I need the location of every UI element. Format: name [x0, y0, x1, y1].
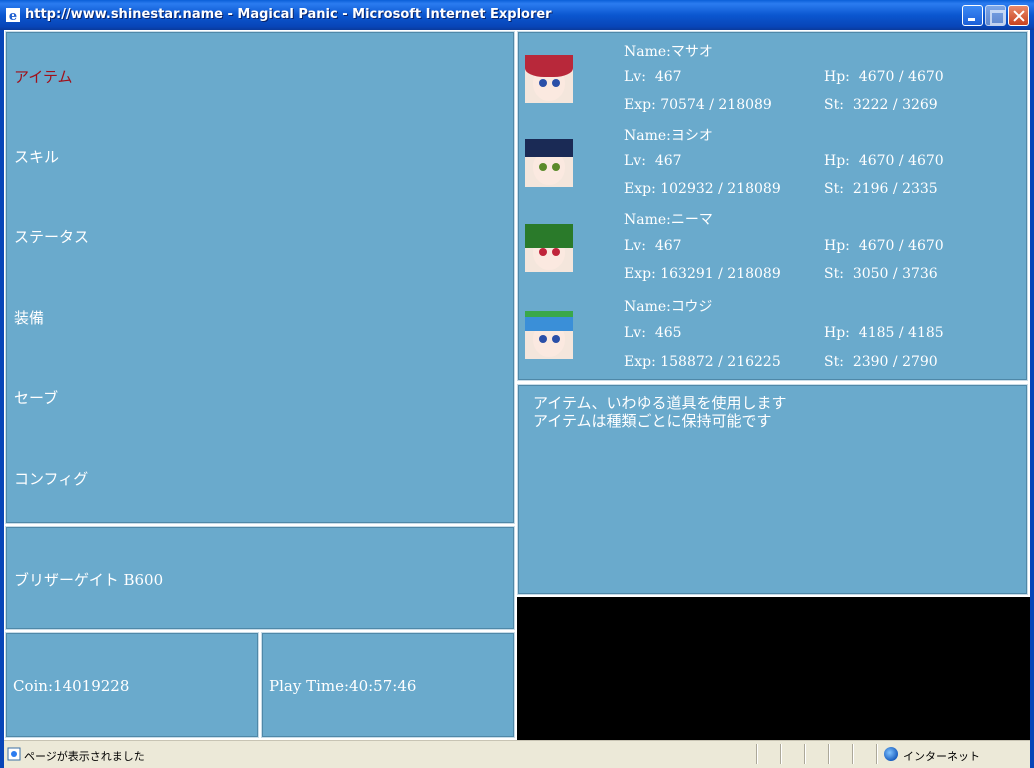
- portrait-masao: [525, 55, 573, 103]
- internet-zone-icon: [884, 747, 898, 761]
- portrait-hair: [525, 55, 573, 77]
- status-separator: [804, 744, 806, 764]
- window-titlebar: e http://www.shinestar.name - Magical Pa…: [0, 0, 1034, 30]
- portrait-kouji: [525, 311, 573, 359]
- party-panel: Name:マサオ Lv: 467 Hp: 4670 / 4670 Exp: 70…: [517, 31, 1028, 381]
- status-text: ページが表示されました: [24, 750, 145, 763]
- status-separator: [828, 744, 830, 764]
- member-st: St: 2196 / 2335: [824, 181, 938, 197]
- member-name: Name:ヨシオ: [624, 128, 713, 144]
- status-separator: [780, 744, 782, 764]
- member-name: Name:コウジ: [624, 299, 713, 315]
- portrait-niima: [525, 224, 573, 272]
- portrait-eye: [552, 248, 560, 256]
- minimize-button[interactable]: [962, 5, 983, 26]
- member-name: Name:ニーマ: [624, 212, 713, 228]
- menu-item-item[interactable]: アイテム: [14, 66, 73, 87]
- portrait-eye: [539, 335, 547, 343]
- ie-icon: e: [6, 8, 20, 23]
- member-exp: Exp: 102932 / 218089: [624, 181, 781, 197]
- member-lv: Lv: 465: [624, 325, 682, 341]
- description-panel: アイテム、いわゆる道具を使用します アイテムは種類ごとに保持可能です: [517, 384, 1028, 595]
- window-title: http://www.shinestar.name - Magical Pani…: [25, 7, 552, 22]
- coin-value: Coin:14019228: [13, 677, 130, 695]
- menu-item-save[interactable]: セーブ: [14, 387, 58, 408]
- location-name: ブリザーゲイト B600: [14, 571, 164, 589]
- portrait-eye: [539, 248, 547, 256]
- status-separator: [756, 744, 758, 764]
- play-time-value: Play Time:40:57:46: [269, 677, 417, 695]
- portrait-hair: [525, 139, 573, 157]
- member-exp: Exp: 70574 / 218089: [624, 97, 772, 113]
- member-lv: Lv: 467: [624, 69, 682, 85]
- member-st: St: 2390 / 2790: [824, 354, 938, 370]
- member-hp: Hp: 4670 / 4670: [824, 153, 944, 169]
- member-exp: Exp: 158872 / 216225: [624, 354, 781, 370]
- member-lv: Lv: 467: [624, 153, 682, 169]
- window-frame-right: [1030, 30, 1034, 768]
- play-time-panel: Play Time:40:57:46: [261, 632, 515, 738]
- portrait-eye: [539, 79, 547, 87]
- empty-display-area: [517, 597, 1030, 740]
- member-hp: Hp: 4670 / 4670: [824, 69, 944, 85]
- portrait-yoshio: [525, 139, 573, 187]
- close-button[interactable]: [1008, 5, 1029, 26]
- menu-item-status[interactable]: ステータス: [14, 226, 89, 247]
- portrait-eye: [552, 79, 560, 87]
- member-hp: Hp: 4670 / 4670: [824, 238, 944, 254]
- member-name: Name:マサオ: [624, 44, 713, 60]
- description-line-2: アイテムは種類ごとに保持可能です: [533, 412, 772, 430]
- portrait-eye: [552, 163, 560, 171]
- browser-statusbar: ページが表示されました インターネット: [4, 740, 1030, 768]
- svg-text:e: e: [9, 9, 17, 23]
- status-separator: [852, 744, 854, 764]
- member-exp: Exp: 163291 / 218089: [624, 266, 781, 282]
- member-lv: Lv: 467: [624, 238, 682, 254]
- member-hp: Hp: 4185 / 4185: [824, 325, 944, 341]
- command-menu-panel: アイテム スキル ステータス 装備 セーブ コンフィグ: [5, 31, 515, 524]
- menu-item-config[interactable]: コンフィグ: [14, 468, 88, 489]
- page-loaded-icon: [7, 747, 21, 761]
- portrait-hair: [525, 224, 573, 248]
- member-st: St: 3050 / 3736: [824, 266, 938, 282]
- portrait-eye: [552, 335, 560, 343]
- security-zone-text: インターネット: [903, 750, 980, 763]
- portrait-hair: [525, 311, 573, 331]
- portrait-eye: [539, 163, 547, 171]
- game-area: アイテム スキル ステータス 装備 セーブ コンフィグ ブリザーゲイト B600…: [4, 30, 1030, 740]
- menu-item-skill[interactable]: スキル: [14, 146, 59, 167]
- status-separator: [876, 744, 878, 764]
- location-panel: ブリザーゲイト B600: [5, 526, 515, 630]
- menu-item-equipment[interactable]: 装備: [14, 307, 44, 328]
- maximize-button[interactable]: [985, 5, 1006, 26]
- coin-panel: Coin:14019228: [5, 632, 259, 738]
- member-st: St: 3222 / 3269: [824, 97, 938, 113]
